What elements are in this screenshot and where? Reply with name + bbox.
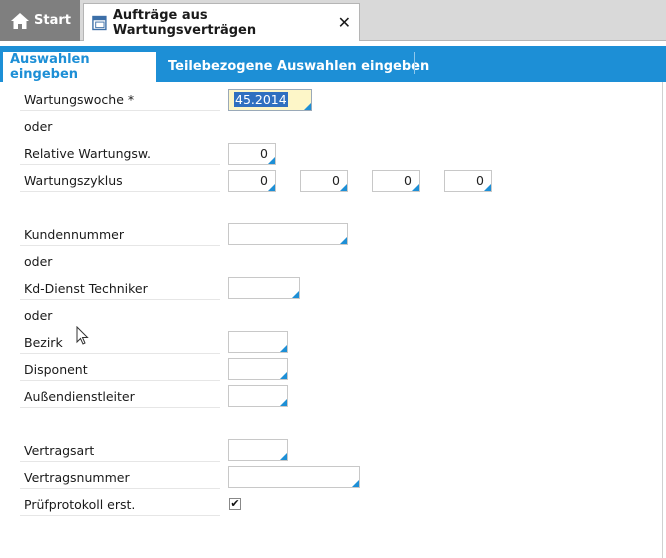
wartungszyklus-input-1[interactable]: 0 [228, 170, 276, 192]
subtab-auswahlen-label: Auswahlen eingeben [10, 52, 90, 82]
vertragsart-input[interactable] [228, 439, 288, 461]
start-tab-label: Start [34, 13, 71, 28]
wartungszyklus-label: Wartungszyklus [20, 170, 220, 192]
close-icon[interactable]: ✕ [338, 13, 351, 32]
subtab-auswahlen[interactable]: Auswahlen eingeben [3, 50, 156, 82]
vertragsart-label: Vertragsart [20, 440, 220, 462]
techniker-label: Kd-Dienst Techniker [20, 278, 220, 300]
vertragsnummer-label: Vertragsnummer [20, 467, 220, 489]
pruefprotokoll-checkbox[interactable]: ✔ [229, 498, 241, 510]
kundennummer-label: Kundennummer [20, 224, 220, 246]
oder-text-3: oder [24, 308, 53, 323]
window-icon [92, 15, 107, 30]
kundennummer-input[interactable] [228, 223, 348, 245]
mouse-cursor-icon [76, 326, 89, 345]
relative-wartungsw-input[interactable]: 0 [228, 143, 276, 165]
start-tab[interactable]: Start [0, 0, 80, 41]
wartungswoche-input[interactable]: 45.2014 [228, 89, 312, 111]
panel-border [662, 82, 663, 558]
wartungswoche-label: Wartungswoche * [20, 89, 220, 111]
aussendienstleiter-label: Außendienstleiter [20, 386, 220, 408]
wartungszyklus-input-3[interactable]: 0 [372, 170, 420, 192]
subtab-teilebezogen[interactable]: Teilebezogene Auswahlen eingeben [168, 50, 429, 82]
wartungswoche-value: 45.2014 [234, 92, 288, 107]
subtab-divider [414, 52, 415, 74]
bezirk-label: Bezirk [20, 332, 220, 354]
aussendienstleiter-input[interactable] [228, 385, 288, 407]
oder-text-1: oder [24, 119, 53, 134]
disponent-label: Disponent [20, 359, 220, 381]
wartungszyklus-input-2[interactable]: 0 [300, 170, 348, 192]
vertragsnummer-input[interactable] [228, 466, 360, 488]
subtab-teilebezogen-label: Teilebezogene Auswahlen eingeben [168, 58, 430, 74]
techniker-input[interactable] [228, 277, 300, 299]
disponent-input[interactable] [228, 358, 288, 380]
wartungszyklus-input-4[interactable]: 0 [444, 170, 492, 192]
subtab-bar: Auswahlen eingeben Teilebezogene Auswahl… [0, 46, 666, 82]
relative-wartungsw-label: Relative Wartungsw. [20, 143, 220, 165]
home-icon [11, 12, 29, 29]
document-tab[interactable]: Aufträge aus Wartungsverträgen ✕ [83, 3, 360, 41]
oder-text-2: oder [24, 254, 53, 269]
pruefprotokoll-label: Prüfprotokoll erst. [20, 494, 220, 516]
document-tab-label: Aufträge aus Wartungsverträgen [112, 7, 257, 38]
bezirk-input[interactable] [228, 331, 288, 353]
